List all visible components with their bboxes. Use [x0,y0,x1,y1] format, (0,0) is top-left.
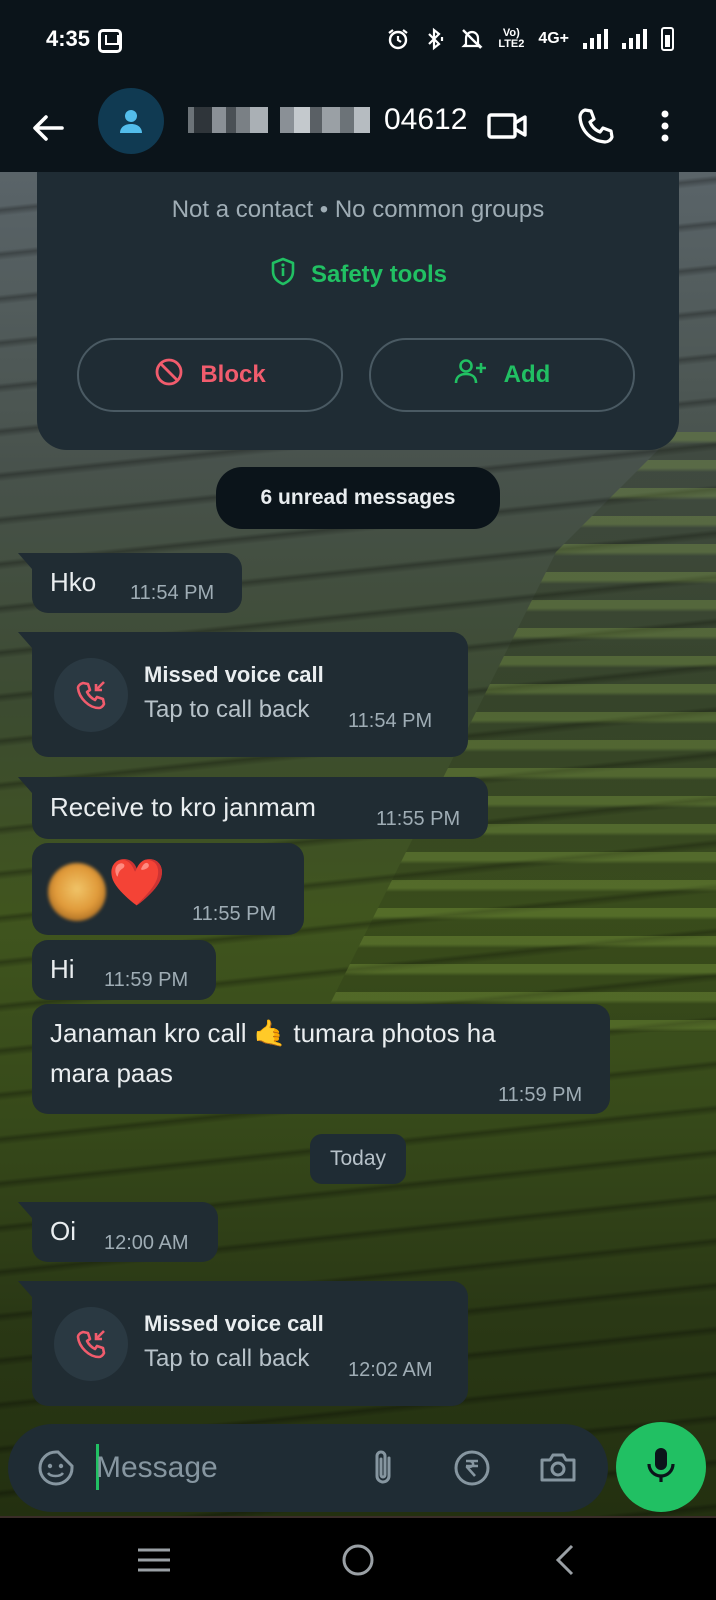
voice-call-icon[interactable] [572,102,620,150]
unread-messages-chip: 6 unread messages [216,467,500,529]
status-bar: 4:35 Vo) LTE2 4G+ [0,0,716,84]
missed-call-icon [54,658,128,732]
mic-button[interactable] [616,1422,706,1512]
attach-icon[interactable] [362,1446,406,1490]
call-subtitle: Tap to call back [144,696,310,723]
message-time: 12:00 AM [104,1232,189,1254]
block-label: Block [200,361,266,388]
notification-app-icon [98,29,122,53]
message-time: 11:55 PM [376,808,461,830]
missed-call-icon [54,1307,128,1381]
message-text: Oi [50,1216,76,1246]
message-time: 11:55 PM [192,903,277,925]
missed-call-bubble[interactable]: Missed voice call Tap to call back 11:54… [18,632,468,757]
signal-sim1-icon [583,29,608,49]
bluetooth-icon [424,26,446,52]
camera-icon[interactable] [536,1446,580,1490]
message-bubble[interactable]: Hi 11:59 PM [32,940,216,1000]
network-type: 4G+ [538,30,569,47]
video-call-icon[interactable] [484,102,532,150]
add-person-icon [454,357,488,394]
call-title: Missed voice call [144,1311,324,1336]
payment-rupee-icon[interactable] [450,1446,494,1490]
message-bubble[interactable]: Janaman kro call 🤙 tumara photos ha mara… [32,1004,610,1114]
date-separator: Today [310,1134,406,1184]
contact-number-suffix: 04612 [384,103,468,136]
add-label: Add [503,361,551,388]
battery-icon [661,27,674,51]
contact-name[interactable]: 04612 [188,98,467,142]
message-time: 11:59 PM [498,1084,583,1106]
block-icon [154,357,184,394]
mic-icon [643,1445,679,1490]
message-time: 11:54 PM [130,582,215,604]
system-navigation-bar [0,1516,716,1600]
add-contact-button[interactable]: Add [369,338,635,412]
shield-icon [269,256,297,293]
alarm-icon [386,26,410,52]
heart-emoji: ❤️ [108,856,166,908]
call-title: Missed voice call [144,662,324,687]
message-text-line-1: Janaman kro call 🤙 tumara photos ha [50,1018,496,1048]
message-time: 11:59 PM [104,969,189,991]
message-composer: Message [8,1424,608,1512]
message-time: 12:02 AM [348,1359,433,1381]
message-time: 11:54 PM [348,710,433,732]
home-icon[interactable] [336,1538,380,1582]
sticker-icon[interactable] [34,1446,78,1490]
status-time: 4:35 [46,26,91,51]
contact-card-subtitle: Not a contact • No common groups [171,196,545,223]
message-input[interactable]: Message [96,1446,346,1490]
unknown-contact-card: Not a contact • No common groups Safety … [37,172,679,450]
call-subtitle: Tap to call back [144,1345,310,1372]
avatar[interactable] [98,88,164,154]
mute-bell-icon [460,26,484,52]
message-bubble[interactable]: Oi 12:00 AM [18,1202,218,1262]
status-icons: Vo) LTE2 4G+ [386,26,674,52]
masked-number [188,107,370,133]
message-text-line-2: mara paas [50,1058,173,1088]
blurred-emoji [48,863,106,921]
message-text: Hi [50,954,75,984]
message-text: Hko [50,567,97,597]
message-bubble[interactable]: Hko 11:54 PM [18,553,242,613]
more-options-icon[interactable] [650,102,680,150]
back-nav-icon[interactable] [544,1538,588,1582]
message-text: Receive to kro janmam [50,792,316,822]
missed-call-bubble[interactable]: Missed voice call Tap to call back 12:02… [18,1281,468,1406]
block-button[interactable]: Block [77,338,343,412]
volte-indicator: Vo) LTE2 [498,27,525,50]
message-bubble[interactable]: Receive to kro janmam 11:55 PM [18,777,488,839]
chat-header: 04612 [0,84,716,172]
back-arrow-icon[interactable] [24,104,72,152]
message-bubble[interactable]: ❤️ 11:55 PM [32,843,304,935]
safety-tools-link[interactable]: Safety tools [37,256,679,293]
recent-apps-icon[interactable] [132,1538,176,1582]
safety-tools-label: Safety tools [310,260,448,288]
signal-sim2-icon [622,29,647,49]
